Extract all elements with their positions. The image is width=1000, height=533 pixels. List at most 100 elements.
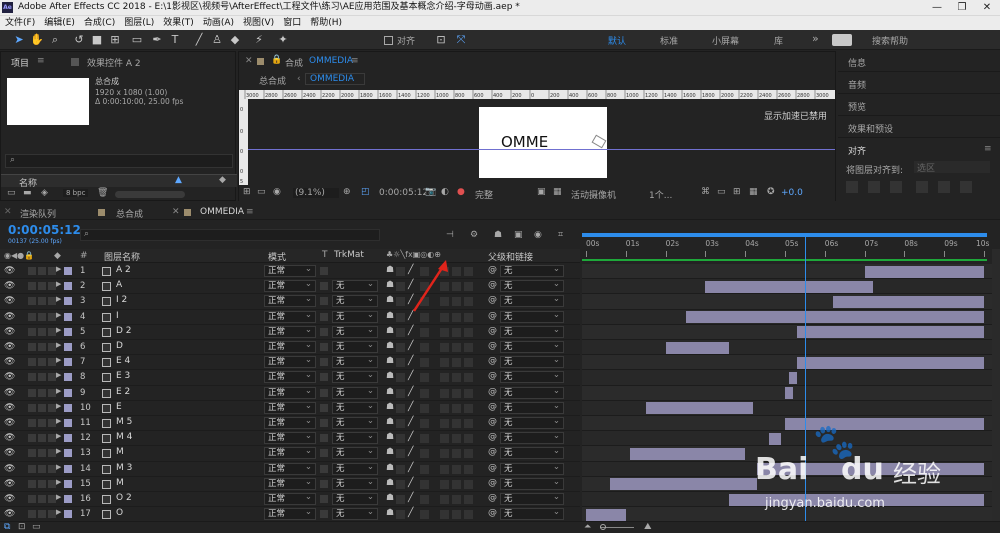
transparency-grid-icon[interactable]: ▦ — [553, 187, 562, 197]
trkmat-dropdown[interactable]: 无 — [332, 310, 378, 323]
quality-dropdown[interactable]: 完整 — [475, 188, 531, 201]
preserve-transparency-toggle[interactable] — [320, 343, 328, 351]
3d-switch[interactable] — [464, 510, 473, 520]
parent-dropdown[interactable]: 无 — [500, 507, 564, 521]
audio-toggle[interactable] — [28, 510, 36, 519]
label-color[interactable] — [64, 358, 72, 367]
shy-switch-icon[interactable]: ☗ — [386, 265, 394, 275]
quality-switch-icon[interactable]: ╱ — [408, 417, 413, 427]
timeline-search-input[interactable]: ⌕ — [80, 229, 380, 241]
trkmat-dropdown[interactable]: 无 — [332, 325, 378, 338]
comp-mini-flowchart-icon[interactable]: ⊣ — [446, 230, 454, 240]
align-bottom-icon[interactable] — [960, 181, 972, 193]
delete-icon[interactable]: 🗑 — [97, 188, 108, 198]
3d-switch[interactable] — [464, 327, 473, 337]
zoom-in-icon[interactable]: ⛰ — [644, 522, 652, 532]
solo-toggle[interactable] — [38, 267, 46, 275]
preserve-transparency-toggle[interactable] — [320, 297, 328, 306]
layer-bar-area[interactable] — [582, 264, 992, 523]
comp-tab-label[interactable]: 合成 — [285, 56, 303, 69]
workspace-standard[interactable]: 标准 — [660, 34, 678, 47]
expand-arrow-icon[interactable]: ▶ — [56, 432, 61, 440]
audio-toggle[interactable] — [28, 343, 36, 351]
adjustment-switch[interactable] — [452, 343, 461, 352]
interpret-footage-icon[interactable]: ▭ — [7, 188, 16, 198]
fx-switch[interactable] — [420, 403, 429, 413]
shy-switch-icon[interactable]: ☗ — [386, 508, 394, 518]
visibility-eye-icon[interactable]: 👁 — [4, 494, 15, 504]
preserve-transparency-toggle[interactable] — [320, 358, 328, 367]
layer-row[interactable]: 👁▶3I 2正常无☗╱@无 — [0, 294, 580, 310]
layer-duration-bar[interactable] — [864, 265, 984, 278]
visibility-eye-icon[interactable]: 👁 — [4, 296, 15, 306]
expand-arrow-icon[interactable]: ▶ — [56, 402, 61, 410]
solo-toggle[interactable] — [38, 464, 46, 473]
layer-name[interactable]: M — [116, 447, 124, 457]
solo-toggle[interactable] — [38, 312, 46, 321]
motion-blur-switch[interactable] — [440, 495, 449, 504]
collapse-switch[interactable] — [396, 358, 405, 368]
trkmat-header[interactable]: TrkMat — [334, 250, 364, 260]
mode-dropdown[interactable]: 正常 — [264, 310, 316, 323]
comp-viewer[interactable]: OMME 显示加速已禁用 — [248, 99, 835, 187]
new-comp-icon[interactable]: ◈ — [41, 188, 48, 198]
collapse-switch[interactable] — [396, 479, 405, 489]
label-color[interactable] — [64, 419, 72, 427]
layer-name[interactable]: I 2 — [116, 295, 127, 305]
trkmat-dropdown[interactable]: 无 — [332, 431, 378, 445]
quality-switch-icon[interactable]: ╱ — [408, 402, 413, 412]
layer-duration-bar[interactable] — [705, 280, 873, 293]
roto-brush-icon[interactable]: ⚡ — [252, 33, 266, 47]
pick-whip-icon[interactable]: @ — [488, 265, 497, 275]
solo-toggle[interactable] — [38, 343, 46, 351]
close-button[interactable]: ✕ — [975, 0, 999, 15]
shy-switch-icon[interactable]: ☗ — [386, 311, 394, 321]
mode-dropdown[interactable]: 正常 — [264, 446, 316, 460]
mode-dropdown[interactable]: 正常 — [264, 370, 316, 384]
quality-switch-icon[interactable]: ╱ — [408, 341, 413, 351]
lock-toggle[interactable] — [48, 434, 56, 443]
lock-toggle[interactable] — [48, 267, 56, 275]
motion-blur-switch[interactable] — [440, 388, 449, 398]
brush-tool-icon[interactable]: ╱ — [192, 33, 206, 47]
layer-name[interactable]: M 3 — [116, 463, 132, 473]
preserve-transparency-toggle[interactable] — [320, 510, 328, 519]
menu-file[interactable]: 文件(F) — [5, 18, 35, 28]
layer-name[interactable]: I — [116, 311, 119, 321]
layer-row[interactable]: 👁▶12M 4正常无☗╱@无 — [0, 431, 580, 447]
collapse-switch[interactable] — [396, 510, 405, 520]
lock-toggle[interactable] — [48, 479, 56, 488]
trkmat-dropdown[interactable]: 无 — [332, 370, 378, 384]
layer-name[interactable]: M 4 — [116, 432, 132, 442]
parent-dropdown[interactable]: 无 — [500, 370, 564, 384]
layer-duration-bar[interactable] — [832, 295, 984, 308]
snapshot-icon[interactable]: 📷 — [425, 187, 436, 197]
motion-blur-switch[interactable] — [440, 403, 449, 413]
frame-blending-icon[interactable]: ▣ — [514, 230, 523, 240]
playhead[interactable] — [804, 237, 806, 522]
3d-switch[interactable] — [464, 449, 473, 459]
panel-menu-icon[interactable]: ≡ — [351, 56, 359, 66]
layer-duration-bar[interactable] — [685, 311, 984, 324]
adjustment-switch[interactable] — [452, 479, 461, 489]
solo-toggle[interactable] — [38, 449, 46, 458]
pick-whip-icon[interactable]: @ — [488, 356, 497, 366]
tab-effects-controls[interactable]: 效果控件 A 2 — [87, 56, 141, 69]
pick-whip-icon[interactable]: @ — [488, 326, 497, 336]
parent-dropdown[interactable]: 无 — [500, 401, 564, 414]
expand-arrow-icon[interactable]: ▶ — [56, 387, 61, 395]
3d-switch[interactable] — [464, 419, 473, 428]
hand-tool-icon[interactable]: ✋ — [30, 33, 44, 47]
audio-toggle[interactable] — [28, 479, 36, 488]
layer-duration-bar[interactable] — [586, 508, 626, 521]
graph-editor-icon[interactable]: ⌗ — [558, 230, 563, 240]
comp-settings-icon[interactable]: ▦ — [749, 187, 758, 197]
audio-panel-tab[interactable]: 音频 — [848, 78, 866, 91]
mode-dropdown[interactable]: 正常 — [264, 507, 316, 521]
search-icon[interactable] — [832, 34, 852, 46]
layer-row[interactable]: 👁▶11M 5正常无☗╱@无 — [0, 416, 580, 432]
quality-switch-icon[interactable]: ╱ — [408, 356, 413, 366]
layer-row[interactable]: 👁▶4I正常无☗╱@无 — [0, 310, 580, 325]
3d-switch[interactable] — [464, 343, 473, 352]
quality-switch-icon[interactable]: ╱ — [408, 387, 413, 397]
